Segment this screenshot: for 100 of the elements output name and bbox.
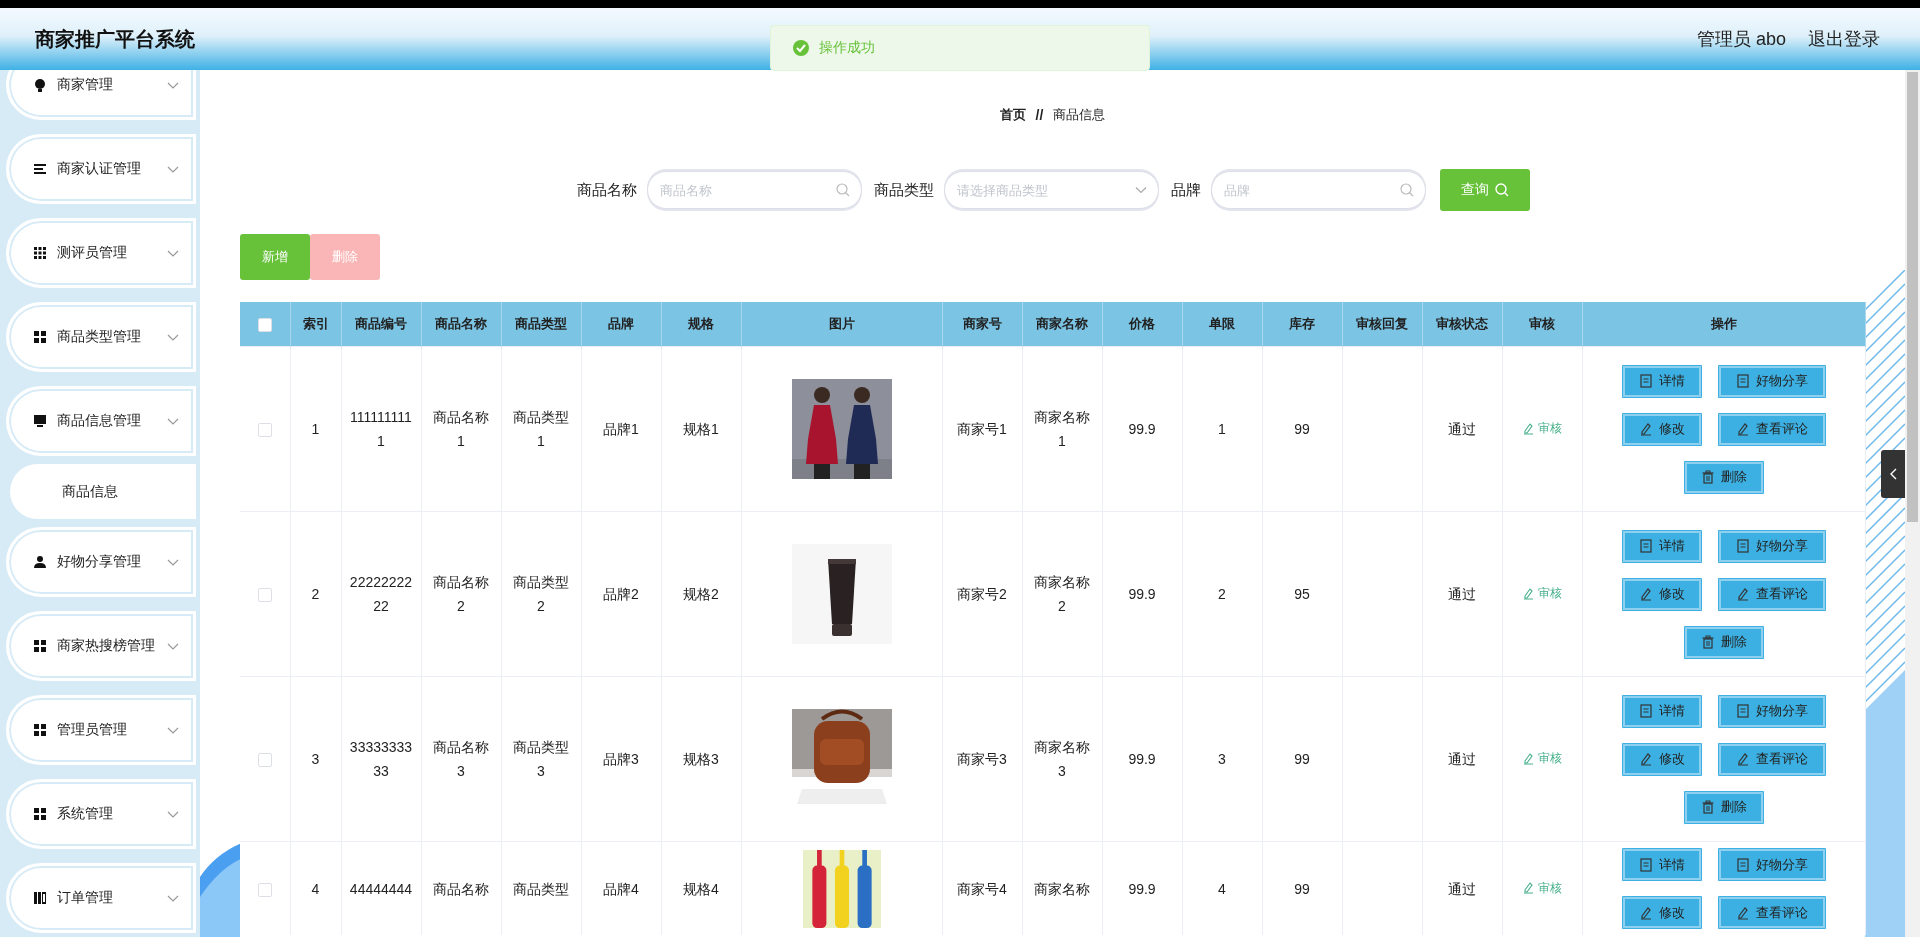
edit-button[interactable]: 修改 bbox=[1620, 741, 1703, 777]
person-icon bbox=[33, 555, 47, 569]
column-header: 商家名称 bbox=[1022, 302, 1102, 347]
field-label: 品牌 bbox=[1171, 180, 1201, 200]
chevron-down-icon bbox=[167, 81, 179, 89]
pencil-icon bbox=[1522, 586, 1534, 600]
menu-label: 商家管理 bbox=[57, 76, 114, 94]
chevron-down-icon bbox=[167, 558, 179, 566]
detail-button[interactable]: 详情 bbox=[1620, 528, 1703, 564]
table-cell: 4 bbox=[311, 880, 320, 897]
list-icon bbox=[33, 162, 47, 176]
detail-button[interactable]: 详情 bbox=[1620, 847, 1703, 882]
edit-button[interactable]: 修改 bbox=[1620, 576, 1703, 612]
pencil-icon bbox=[1522, 881, 1534, 895]
menu-item[interactable]: 商品类型管理 bbox=[6, 302, 196, 372]
comments-button[interactable]: 查看评论 bbox=[1716, 895, 1827, 930]
column-header: 商品编号 bbox=[341, 302, 421, 347]
menu-item[interactable]: 商家管理 bbox=[6, 70, 196, 120]
table-cell: 商品类型2 bbox=[513, 574, 569, 614]
chevron-down-icon bbox=[167, 810, 179, 818]
row-checkbox[interactable] bbox=[257, 753, 272, 768]
detail-button[interactable]: 详情 bbox=[1620, 363, 1703, 399]
search-field[interactable]: 品牌 bbox=[1211, 171, 1426, 209]
column-header: 审核回复 bbox=[1342, 302, 1422, 347]
column-header: 库存 bbox=[1262, 302, 1342, 347]
breadcrumb-separator: // bbox=[1035, 107, 1044, 123]
menu-item[interactable]: 订单管理 bbox=[6, 863, 196, 933]
table-cell: 3 bbox=[311, 751, 320, 767]
row-checkbox[interactable] bbox=[257, 423, 272, 438]
pencil-icon bbox=[1735, 422, 1750, 436]
pencil-icon bbox=[1638, 905, 1653, 920]
share-button[interactable]: 好物分享 bbox=[1716, 847, 1827, 882]
edit-button[interactable]: 修改 bbox=[1620, 895, 1703, 930]
menu-item[interactable]: 商品信息管理 bbox=[6, 386, 196, 456]
menu-item[interactable]: 系统管理 bbox=[6, 779, 196, 849]
delete-button[interactable]: 删除 bbox=[1682, 624, 1765, 660]
column-header: 操作 bbox=[1582, 302, 1865, 347]
table-cell: 1 bbox=[311, 421, 320, 437]
logout-link[interactable]: 退出登录 bbox=[1808, 27, 1880, 51]
document-icon bbox=[1735, 704, 1750, 718]
menu-label: 测评员管理 bbox=[57, 244, 128, 262]
chevron-down-icon bbox=[167, 333, 179, 341]
row-checkbox[interactable] bbox=[257, 882, 272, 897]
table-cell: 规格2 bbox=[683, 586, 719, 602]
toast-message: 操作成功 bbox=[819, 39, 875, 57]
pencil-icon bbox=[1522, 421, 1534, 435]
delete-button[interactable]: 删除 bbox=[1682, 459, 1765, 495]
select-field[interactable]: 请选择商品类型 bbox=[944, 171, 1159, 209]
bulb-icon bbox=[33, 78, 47, 92]
table-cell: 商品名称2 bbox=[433, 574, 489, 614]
comments-button[interactable]: 查看评论 bbox=[1716, 411, 1827, 447]
menu-label: 订单管理 bbox=[57, 889, 114, 907]
menu-item[interactable]: 测评员管理 bbox=[6, 218, 196, 288]
table-cell: 1111111111 bbox=[350, 409, 412, 449]
menu-item[interactable]: 管理员管理 bbox=[6, 695, 196, 765]
search-field[interactable]: 商品名称 bbox=[647, 171, 862, 209]
collapse-button[interactable] bbox=[1881, 450, 1905, 498]
row-checkbox[interactable] bbox=[257, 588, 272, 603]
pencil-icon bbox=[1638, 752, 1653, 766]
comments-button[interactable]: 查看评论 bbox=[1716, 741, 1827, 777]
table-cell: 3 bbox=[1218, 751, 1226, 767]
pencil-icon bbox=[1638, 587, 1653, 601]
detail-button[interactable]: 详情 bbox=[1620, 693, 1703, 729]
scrollbar-thumb[interactable] bbox=[1907, 72, 1918, 522]
table-cell: 99 bbox=[1294, 751, 1310, 767]
chevron-down-icon bbox=[167, 726, 179, 734]
grid-icon bbox=[33, 807, 47, 821]
grid-icon bbox=[33, 639, 47, 653]
table-cell: 3333333333 bbox=[349, 739, 413, 779]
column-header: 图片 bbox=[741, 302, 942, 347]
table-cell: 品牌4 bbox=[603, 880, 639, 897]
menu-item[interactable]: 好物分享管理 bbox=[6, 527, 196, 597]
select-all-checkbox[interactable] bbox=[257, 317, 272, 332]
menu-item[interactable]: 商家热搜榜管理 bbox=[6, 611, 196, 681]
share-button[interactable]: 好物分享 bbox=[1716, 693, 1827, 729]
table-cell: 商品类型3 bbox=[513, 739, 569, 779]
table-cell: 商家号1 bbox=[957, 421, 1007, 437]
breadcrumb-link[interactable]: 首页 bbox=[999, 106, 1026, 124]
edit-button[interactable]: 修改 bbox=[1620, 411, 1703, 447]
comments-button[interactable]: 查看评论 bbox=[1716, 576, 1827, 612]
document-icon bbox=[1638, 539, 1653, 553]
submenu-item[interactable]: 商品信息 bbox=[10, 464, 196, 519]
column-header: 审核状态 bbox=[1422, 302, 1502, 347]
pencil-icon bbox=[1735, 905, 1750, 920]
table-cell: 商家名称2 bbox=[1034, 574, 1090, 614]
table-cell: 品牌2 bbox=[603, 586, 639, 602]
search-icon bbox=[836, 183, 850, 197]
table-cell: 商家号4 bbox=[957, 880, 1007, 897]
chevron-left-icon bbox=[1889, 468, 1897, 480]
share-button[interactable]: 好物分享 bbox=[1716, 528, 1827, 564]
pencil-icon bbox=[1638, 422, 1653, 436]
table-cell: 商品名称 bbox=[433, 880, 489, 897]
share-button[interactable]: 好物分享 bbox=[1716, 363, 1827, 399]
table-cell: 商品类型1 bbox=[513, 409, 569, 449]
delete-button[interactable]: 删除 bbox=[1682, 789, 1765, 825]
menu-item[interactable]: 商家认证管理 bbox=[6, 134, 196, 204]
chevron-down-icon bbox=[1135, 186, 1147, 194]
table-cell: 品牌3 bbox=[603, 751, 639, 767]
table-cell: 4 bbox=[1218, 880, 1226, 897]
pencil-icon bbox=[1735, 752, 1750, 766]
